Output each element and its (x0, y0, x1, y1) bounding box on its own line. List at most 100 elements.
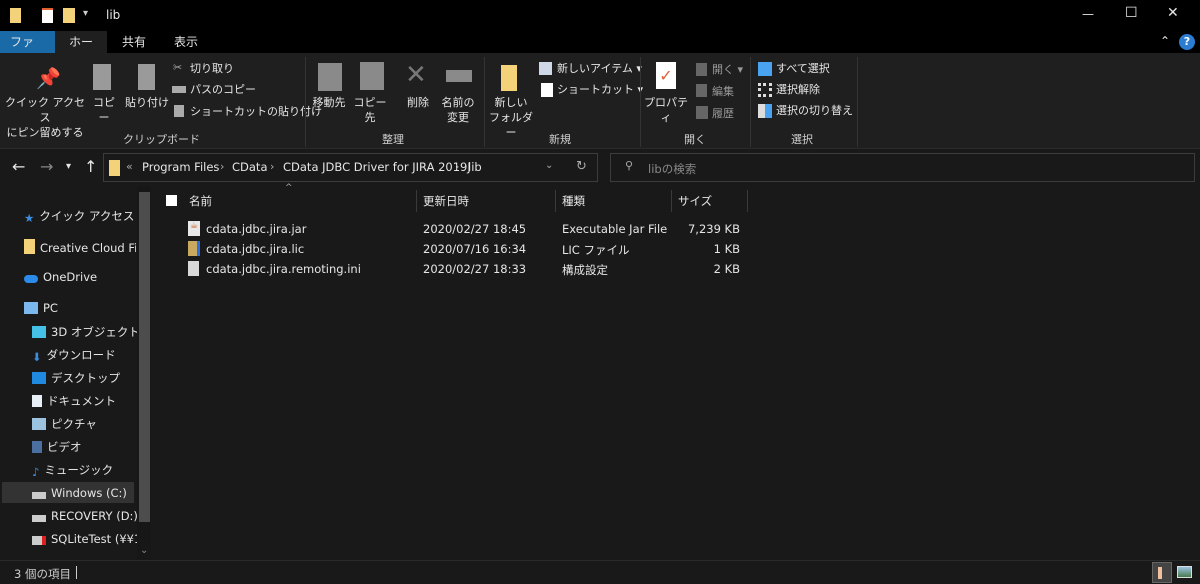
copy-path-button[interactable]: パスのコピー (190, 82, 256, 97)
tab-view[interactable]: 表示 (164, 31, 208, 53)
maximize-button[interactable]: ☐ (1125, 5, 1138, 21)
sidebar-item-quick-access[interactable]: ★ クイック アクセス (24, 208, 136, 224)
pin-quick-access-button[interactable]: クイック アクセス にピン留めする (4, 95, 86, 140)
select-none-button[interactable]: 選択解除 (776, 82, 820, 97)
onedrive-icon (24, 275, 38, 283)
column-divider[interactable] (671, 190, 672, 212)
help-icon[interactable]: ? (1179, 34, 1195, 50)
sidebar-item-documents[interactable]: ドキュメント (32, 393, 144, 409)
breadcrumb-program-files[interactable]: Program Files (142, 160, 219, 174)
column-header-modified[interactable]: 更新日時 (423, 190, 469, 212)
column-divider[interactable] (555, 190, 556, 212)
sidebar-item-downloads[interactable]: ⬇ ダウンロード (32, 347, 144, 363)
sidebar-item-desktop[interactable]: デスクトップ (32, 370, 144, 386)
up-button[interactable]: ↑ (84, 157, 97, 176)
sidebar-item-onedrive[interactable]: OneDrive (24, 270, 136, 284)
select-all-icon (758, 62, 772, 76)
collapse-ribbon-icon[interactable]: ⌃ (1160, 34, 1170, 48)
new-folder-qat-icon[interactable] (63, 8, 75, 23)
status-divider (76, 566, 77, 579)
paste-button[interactable]: 貼り付け (124, 95, 170, 110)
new-folder-button[interactable]: 新しい フォルダー (488, 95, 534, 140)
rename-button[interactable]: 名前の 変更 (438, 95, 478, 125)
new-item-button[interactable]: 新しいアイテム ▾ (557, 61, 642, 76)
download-icon: ⬇ (32, 350, 42, 363)
tab-share[interactable]: 共有 (112, 31, 156, 53)
new-group-label: 新規 (549, 133, 571, 146)
breadcrumb-lib[interactable]: lib (468, 160, 482, 174)
file-name: cdata.jdbc.jira.lic (206, 242, 305, 256)
copy-button[interactable]: コピー (88, 95, 120, 125)
status-bar: 3 個の項目 (0, 560, 1200, 584)
address-bar[interactable]: « Program Files › CData › CData JDBC Dri… (103, 153, 598, 182)
breadcrumb-driver[interactable]: CData JDBC Driver for JIRA 2019J (283, 160, 471, 174)
search-placeholder[interactable]: libの検索 (648, 161, 696, 177)
organize-group-label: 整理 (382, 133, 404, 146)
sidebar-item-3d-objects[interactable]: 3D オブジェクト (32, 324, 144, 340)
sidebar-item-windows-c[interactable]: Windows (C:) (32, 486, 144, 500)
large-icons-view-button[interactable] (1177, 566, 1192, 578)
file-modified: 2020/07/16 16:34 (423, 242, 527, 256)
sidebar-item-label: SQLiteTest (¥¥19 (51, 532, 144, 546)
sidebar-item-pictures[interactable]: ピクチャ (32, 416, 144, 432)
new-item-icon (539, 62, 552, 75)
details-view-button[interactable] (1152, 562, 1172, 583)
sidebar-item-creative-cloud[interactable]: Creative Cloud Files (24, 239, 136, 255)
open-group-label: 開く (684, 133, 706, 146)
select-all-checkbox[interactable] (166, 195, 177, 206)
title-bar: ▾ lib — ☐ ✕ (0, 0, 1200, 31)
file-row[interactable]: cdata.jdbc.jira.remoting.ini 2020/02/27 … (160, 259, 750, 279)
sidebar-item-sqlitetest[interactable]: SQLiteTest (¥¥19 (32, 532, 144, 546)
sidebar-item-music[interactable]: ♪ ミュージック (32, 462, 144, 478)
sidebar-item-videos[interactable]: ビデオ (32, 439, 144, 455)
edit-button[interactable]: 編集 (712, 84, 734, 99)
move-to-icon (318, 63, 342, 91)
delete-button[interactable]: 削除 (400, 95, 436, 110)
breadcrumb-cdata[interactable]: CData (232, 160, 268, 174)
file-size: 2 KB (713, 262, 740, 276)
close-button[interactable]: ✕ (1167, 5, 1179, 21)
column-header-type[interactable]: 種類 (562, 190, 585, 212)
column-divider[interactable] (747, 190, 748, 212)
select-all-button[interactable]: すべて選択 (776, 61, 830, 76)
qat-dropdown-icon[interactable]: ▾ (83, 8, 88, 19)
navigation-pane: ★ クイック アクセス Creative Cloud Files OneDrive… (0, 186, 152, 560)
open-icon (696, 63, 707, 76)
search-box[interactable]: ⚲ libの検索 (610, 153, 1195, 182)
sidebar-scrollbar-thumb[interactable] (139, 192, 150, 522)
new-folder-icon (501, 65, 517, 91)
file-row[interactable]: cdata.jdbc.jira.lic 2020/07/16 16:34 LIC… (160, 239, 750, 259)
forward-button[interactable]: → (40, 157, 53, 176)
copy-to-button[interactable]: コピー先 (350, 95, 390, 125)
back-button[interactable]: ← (12, 157, 25, 176)
column-header-size[interactable]: サイズ (678, 190, 712, 212)
history-button[interactable]: 履歴 (712, 106, 734, 121)
properties-qat-icon[interactable] (42, 8, 53, 23)
paste-shortcut-button[interactable]: ショートカットの貼り付け (190, 104, 322, 119)
path-overflow[interactable]: « (126, 160, 133, 173)
file-modified: 2020/02/27 18:45 (423, 222, 527, 236)
minimize-button[interactable]: — (1082, 7, 1094, 21)
shortcut-button[interactable]: ショートカット ▾ (557, 82, 643, 97)
sidebar-item-recovery-d[interactable]: RECOVERY (D:) (32, 509, 144, 523)
column-divider[interactable] (416, 190, 417, 212)
recent-locations-button[interactable]: ▾ (66, 161, 71, 172)
tab-home[interactable]: ホーム (55, 31, 107, 71)
cut-button[interactable]: 切り取り (190, 61, 234, 76)
tab-file[interactable]: ファイル (0, 31, 55, 71)
paste-icon (138, 64, 155, 90)
open-button[interactable]: 開く ▾ (712, 62, 743, 77)
refresh-icon[interactable]: ↻ (576, 159, 587, 174)
properties-button[interactable]: プロパティ (642, 95, 690, 125)
sidebar-item-pc[interactable]: PC (24, 301, 136, 315)
address-history-dropdown[interactable]: ⌄ (545, 160, 553, 171)
scroll-down-icon[interactable]: ⌄ (140, 545, 148, 556)
select-group-label: 選択 (791, 133, 813, 146)
move-to-button[interactable]: 移動先 (309, 95, 349, 110)
column-header-name[interactable]: 名前 (189, 190, 212, 212)
invert-selection-button[interactable]: 選択の切り替え (776, 103, 853, 118)
file-row[interactable]: ☕ cdata.jdbc.jira.jar 2020/02/27 18:45 E… (160, 219, 750, 239)
copy-icon (93, 64, 111, 90)
pin-label-1: クイック アクセス (5, 96, 85, 124)
edit-icon (696, 84, 707, 97)
